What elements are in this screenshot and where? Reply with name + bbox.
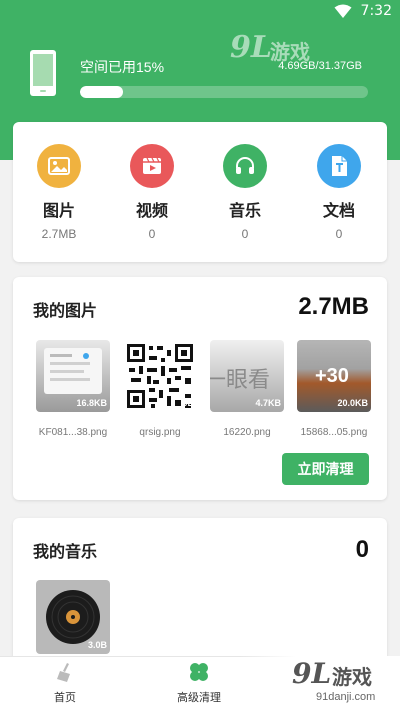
music-title: 我的音乐	[33, 544, 98, 561]
storage-used-label: 空间已用15%	[80, 59, 165, 75]
watermark-url: 91danji.com	[316, 691, 376, 703]
picture-thumbnail[interactable]: 16.8KB	[36, 340, 110, 412]
image-icon	[37, 144, 81, 188]
storage-progress-bar	[80, 86, 368, 98]
category-music[interactable]: 音乐 0	[205, 144, 285, 241]
category-label: 音乐	[228, 203, 261, 220]
category-label: 图片	[42, 203, 75, 220]
music-size: 3.0B	[87, 640, 107, 650]
music-count: 0	[355, 536, 369, 563]
nav-home[interactable]: 首页	[20, 661, 110, 705]
headphones-icon	[223, 144, 267, 188]
watermark-number: 9L	[230, 30, 272, 65]
picture-name: 15868...05.png	[300, 427, 368, 438]
watermark-logo: 9L 游戏	[230, 30, 330, 70]
broom-icon	[57, 663, 70, 682]
pictures-title: 我的图片	[33, 303, 98, 320]
phone-icon	[30, 50, 56, 96]
category-label: 视频	[135, 203, 168, 220]
picture-thumbnail[interactable]: +30 20.0KB	[297, 340, 371, 412]
category-card: 图片 2.7MB 视频 0 音乐 0 文档 0	[13, 122, 387, 262]
category-videos[interactable]: 视频 0	[112, 144, 192, 241]
music-item[interactable]: 3.0B	[36, 580, 110, 654]
picture-size: 4.7KB	[255, 398, 281, 408]
video-icon	[130, 144, 174, 188]
picture-size: 20.0KB	[337, 398, 368, 408]
document-icon	[317, 144, 361, 188]
status-bar: 7:32	[0, 0, 400, 24]
picture-overlay-text: 一眼看	[210, 367, 271, 392]
status-time: 7:32	[360, 3, 392, 19]
category-count: 0	[148, 227, 156, 241]
picture-thumbnail[interactable]: 一眼看 4.7KB	[210, 340, 284, 412]
category-count: 2.7MB	[41, 227, 77, 241]
pictures-size: 2.7MB	[298, 293, 369, 320]
watermark-number: 9L	[292, 657, 332, 690]
category-label: 文档	[322, 203, 355, 220]
storage-progress-fill	[80, 86, 124, 98]
clean-now-button[interactable]: 立即清理	[282, 453, 369, 485]
nav-advanced-clean[interactable]: 高级清理	[154, 661, 244, 705]
watermark-bottom: 9L 游戏 91danji.com	[240, 656, 400, 710]
category-images[interactable]: 图片 2.7MB	[19, 144, 99, 241]
music-card: 我的音乐 0 3.0B	[13, 518, 387, 678]
watermark-text: 游戏	[270, 42, 310, 64]
category-count: 0	[335, 227, 343, 241]
clover-icon	[190, 663, 208, 681]
more-count: +30	[315, 365, 349, 387]
picture-size: 16.8KB	[76, 398, 107, 408]
picture-name: KF081...38.png	[38, 427, 108, 438]
wifi-icon	[334, 4, 352, 18]
watermark-text: 游戏	[332, 667, 372, 689]
nav-label: 高级清理	[177, 692, 221, 704]
nav-label: 首页	[54, 692, 76, 704]
category-count: 0	[241, 227, 249, 241]
picture-thumbnail[interactable]: 0B	[123, 340, 197, 412]
pictures-card: 我的图片 2.7MB 16.8KB KF081...38.png 0B qrsi…	[13, 277, 387, 500]
picture-name: 16220.png	[223, 427, 271, 438]
category-documents[interactable]: 文档 0	[299, 144, 379, 241]
picture-name: qrsig.png	[139, 427, 181, 438]
picture-size: 0B	[182, 398, 194, 408]
